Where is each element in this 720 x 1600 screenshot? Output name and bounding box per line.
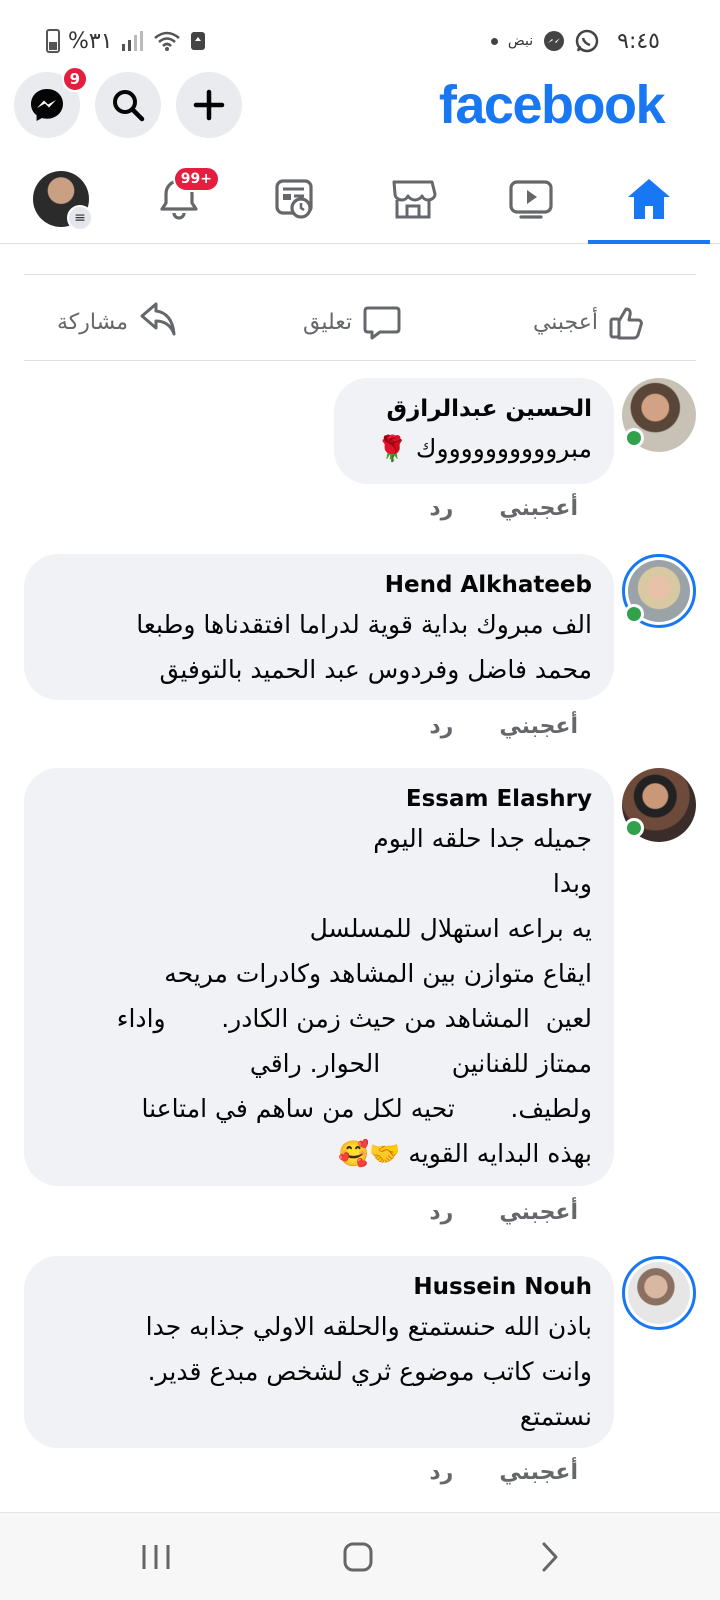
divider-top [24, 274, 696, 275]
messenger-badge: 9 [61, 66, 88, 92]
back-button[interactable] [520, 1531, 580, 1583]
tab-bar: ≡ 99+ [0, 160, 720, 244]
comment-text: الف مبروك بداية قوية لدراما افتقدناها وط… [136, 610, 592, 684]
comment-author[interactable]: الحسين عبدالرازق [356, 392, 593, 426]
comment-reply-button[interactable]: رد [429, 1460, 453, 1485]
wifi-icon [153, 31, 180, 51]
comment-actions: أعجبني رد [429, 1200, 578, 1225]
chevron-right-icon [542, 1542, 558, 1572]
notification-dot-icon [490, 37, 498, 45]
messenger-button[interactable]: 9 [14, 66, 88, 138]
comment-like-button[interactable]: أعجبني [499, 714, 578, 739]
thumbs-up-icon [609, 307, 643, 340]
messenger-icon [31, 89, 63, 121]
share-icon [140, 302, 176, 336]
recent-apps-icon [142, 1545, 170, 1569]
comment-actions: أعجبني رد [429, 714, 578, 739]
comment-bubble[interactable]: Hend Alkhateeb الف مبروك بداية قوية لدرا… [24, 554, 614, 700]
tab-home[interactable] [588, 160, 710, 244]
tab-marketplace[interactable] [358, 160, 468, 238]
share-label: مشاركة [56, 309, 128, 335]
system-nav-bar [0, 1512, 720, 1600]
home-button[interactable] [328, 1531, 388, 1583]
avatar[interactable] [622, 378, 696, 452]
divider-bottom [24, 360, 696, 361]
status-left: %٣١ [46, 26, 207, 56]
comment-author[interactable]: Hussein Nouh [46, 1270, 592, 1304]
share-button[interactable]: مشاركة [57, 300, 178, 344]
status-right: نبض ٩:٤٥ [490, 26, 660, 56]
battery-icon [46, 29, 60, 53]
create-button[interactable] [176, 72, 242, 138]
news-clock-icon [275, 179, 313, 219]
notifications-badge: 99+ [172, 166, 220, 192]
home-icon [628, 179, 670, 219]
comment-bubble[interactable]: Hussein Nouh باذن الله حنستمتع والحلقه ا… [24, 1256, 614, 1448]
signal-icon [121, 31, 143, 51]
store-icon [392, 180, 437, 219]
avatar[interactable] [622, 554, 696, 628]
comment-like-button[interactable]: أعجبني [499, 1200, 578, 1225]
comment-actions: أعجبني رد [429, 496, 578, 521]
online-status-dot [624, 818, 644, 838]
plus-icon [193, 89, 225, 121]
tab-watch[interactable] [476, 160, 586, 238]
comment-actions: أعجبني رد [429, 1460, 578, 1485]
comment-button[interactable]: تعليق [303, 300, 402, 344]
comment-like-button[interactable]: أعجبني [499, 496, 578, 521]
tab-menu[interactable]: ≡ [6, 160, 116, 238]
app-header: 9 facebook [0, 66, 720, 142]
search-icon [113, 90, 145, 122]
comment-reply-button[interactable]: رد [429, 714, 453, 739]
comment-author[interactable]: Essam Elashry [46, 782, 592, 816]
comment-text: جميله جدا حلقه اليوم وبدا يه براعه استهل… [116, 824, 592, 1168]
status-bar: %٣١ نبض ٩:٤٥ [0, 0, 720, 64]
search-button[interactable] [95, 72, 161, 138]
clock: ٩:٤٥ [617, 28, 660, 54]
online-status-dot [624, 604, 644, 624]
messenger-status-icon [544, 31, 565, 51]
whatsapp-icon [575, 29, 599, 53]
like-label: أعجبني [532, 309, 598, 335]
comment-text: باذن الله حنستمتع والحلقه الاولي جذابه ج… [145, 1312, 592, 1431]
comment-text: مبرووووووووووك 🌹 [376, 434, 592, 463]
facebook-logo[interactable]: facebook [439, 68, 666, 142]
avatar-photo [628, 1262, 690, 1324]
menu-lines-icon: ≡ [67, 205, 93, 231]
comment-like-button[interactable]: أعجبني [499, 1460, 578, 1485]
previous-post-remnant [0, 246, 720, 270]
video-icon [509, 180, 553, 219]
home-square-icon [343, 1542, 373, 1572]
comment-label: تعليق [302, 309, 352, 335]
avatar[interactable] [622, 768, 696, 842]
recent-apps-button[interactable] [126, 1531, 186, 1583]
online-status-dot [624, 428, 644, 448]
tab-notifications[interactable]: 99+ [124, 160, 234, 238]
tab-memories[interactable] [240, 160, 350, 238]
comment-bubble[interactable]: Essam Elashry جميله جدا حلقه اليوم وبدا … [24, 768, 614, 1186]
comment-icon [363, 306, 401, 340]
like-button[interactable]: أعجبني [533, 300, 648, 344]
comment-bubble[interactable]: الحسين عبدالرازق مبرووووووووووك 🌹 [334, 378, 614, 484]
pulse-label: نبض [507, 33, 534, 49]
recycle-icon [190, 32, 205, 50]
battery-level: %٣١ [68, 28, 113, 54]
comment-author[interactable]: Hend Alkhateeb [46, 568, 592, 602]
comment-reply-button[interactable]: رد [429, 1200, 453, 1225]
post-actions: أعجبني تعليق مشاركة [0, 280, 720, 362]
avatar[interactable] [622, 1256, 696, 1330]
profile-avatar: ≡ [33, 171, 93, 231]
comment-reply-button[interactable]: رد [429, 496, 453, 521]
